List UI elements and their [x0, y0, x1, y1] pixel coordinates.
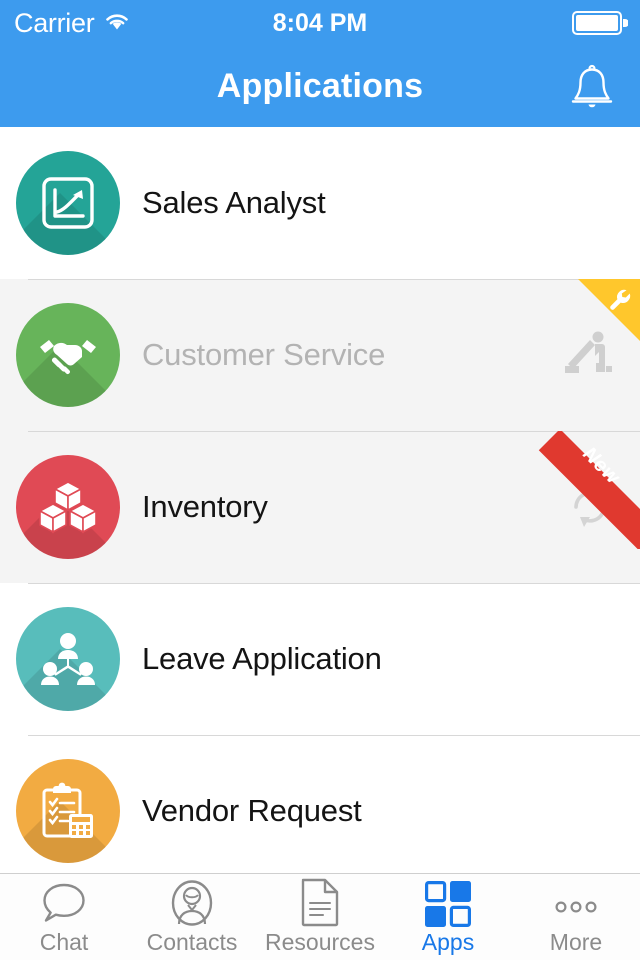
tab-label: More — [549, 928, 603, 955]
app-icon-circle — [16, 151, 120, 255]
org-chart-people-icon — [41, 633, 95, 685]
tab-more[interactable]: More — [512, 874, 640, 960]
apps-grid-icon — [425, 879, 471, 927]
list-item[interactable]: Customer Service — [0, 279, 640, 431]
row-separator — [28, 735, 640, 736]
list-item[interactable]: New Inventory — [0, 431, 640, 583]
chart-trend-icon — [42, 177, 94, 229]
page-title: Applications — [216, 67, 424, 105]
app-screen: Carrier 8:04 PM Applications Sales Analy… — [0, 0, 640, 960]
sync-icon — [566, 483, 614, 531]
list-item[interactable]: Vendor Request — [0, 735, 640, 873]
app-name-label: Sales Analyst — [142, 185, 326, 220]
tab-label: Resources — [265, 928, 375, 955]
clipboard-calculator-icon — [42, 782, 93, 838]
list-item[interactable]: Sales Analyst — [0, 127, 640, 279]
tab-resources[interactable]: Resources — [256, 874, 384, 960]
document-icon — [299, 878, 341, 927]
wrench-icon — [607, 287, 633, 318]
clock-label: 8:04 PM — [272, 8, 368, 37]
handshake-icon — [40, 340, 96, 375]
app-name-label: Inventory — [142, 489, 268, 524]
tab-label: Chat — [39, 928, 89, 955]
app-icon-circle — [16, 759, 120, 863]
bell-icon[interactable] — [564, 59, 620, 115]
app-icon-circle — [16, 455, 120, 559]
applications-list[interactable]: Sales Analyst Customer Service New Inven… — [0, 127, 640, 873]
chat-bubble-icon — [38, 879, 90, 927]
row-separator — [28, 431, 640, 432]
list-item[interactable]: Leave Application — [0, 583, 640, 735]
row-separator — [28, 279, 640, 280]
tab-contacts[interactable]: Contacts — [128, 874, 256, 960]
app-name-label: Leave Application — [142, 641, 382, 676]
app-icon-circle — [16, 303, 120, 407]
tab-chat[interactable]: Chat — [0, 874, 128, 960]
tab-apps[interactable]: Apps — [384, 874, 512, 960]
navigation-bar: Applications — [0, 46, 640, 127]
app-icon-circle — [16, 607, 120, 711]
app-name-label: Customer Service — [142, 337, 386, 372]
boxes-icon — [38, 481, 98, 534]
row-separator — [28, 583, 640, 584]
tab-label: Apps — [421, 928, 475, 955]
status-bar: Carrier 8:04 PM — [0, 0, 640, 46]
tab-bar: Chat Contacts Resources Apps More — [0, 873, 640, 960]
contact-person-icon — [168, 879, 216, 927]
tab-label: Contacts — [146, 928, 238, 955]
app-name-label: Vendor Request — [142, 793, 362, 828]
more-dots-icon — [552, 879, 600, 927]
